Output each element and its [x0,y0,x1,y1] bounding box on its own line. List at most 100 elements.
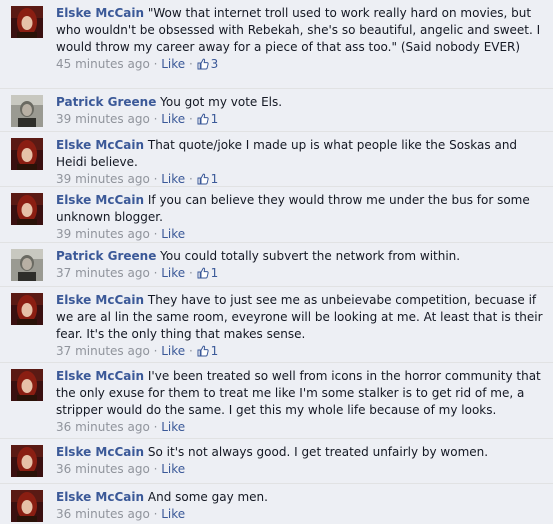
comment-body: Elske McCain That quote/joke I made up i… [56,137,545,188]
separator: · [149,172,162,186]
thumbs-up-icon [197,113,209,125]
thumbs-up-icon [197,267,209,279]
avatar[interactable] [11,249,43,281]
avatar[interactable] [11,490,43,522]
separator: · [149,507,162,521]
comment-author-link[interactable]: Elske McCain [56,445,144,459]
avatar[interactable] [11,95,43,127]
avatar[interactable] [11,138,43,170]
avatar-elske-icon [11,193,43,225]
comment-timestamp[interactable]: 36 minutes ago [56,462,150,476]
comment-item: Elske McCain "Wow that internet troll us… [0,0,553,88]
comment-meta: 37 minutes ago · Like · 1 [56,265,545,282]
avatar-patrick-icon [11,249,43,281]
separator: · [149,57,162,71]
comment-meta: 39 minutes ago · Like [56,226,545,243]
avatar-elske-icon [11,293,43,325]
like-count: 1 [210,172,219,186]
comment-item: Elske McCain They have to just see me as… [0,286,553,362]
separator: · [185,112,197,126]
separator: · [149,112,162,126]
like-button[interactable]: Like [161,507,185,521]
comment-timestamp[interactable]: 36 minutes ago [56,420,150,434]
like-button[interactable]: Like [161,462,185,476]
avatar-elske-icon [11,445,43,477]
comment-timestamp[interactable]: 39 minutes ago [56,227,150,241]
avatar[interactable] [11,293,43,325]
comment-author-link[interactable]: Elske McCain [56,293,144,307]
comment-timestamp[interactable]: 37 minutes ago [56,266,150,280]
separator: · [149,462,162,476]
like-count-link[interactable]: 1 [197,112,219,126]
thumbs-up-icon [197,345,209,357]
comment-author-link[interactable]: Elske McCain [56,490,144,504]
comment-item: Elske McCain If you can believe they wou… [0,186,553,242]
comment-item: Elske McCain That quote/joke I made up i… [0,131,553,186]
comment-item: Patrick Greene You could totally subvert… [0,242,553,286]
separator: · [149,344,162,358]
like-count: 1 [210,344,219,358]
avatar-elske-icon [11,369,43,401]
comment-item: Elske McCain I've been treated so well f… [0,362,553,438]
comment-timestamp[interactable]: 45 minutes ago [56,57,150,71]
like-button[interactable]: Like [161,172,185,186]
avatar[interactable] [11,445,43,477]
avatar-elske-icon [11,6,43,38]
comment-text: You got my vote Els. [160,95,283,109]
comment-author-link[interactable]: Elske McCain [56,193,144,207]
comment-text: So it's not always good. I get treated u… [147,445,489,459]
comment-body: Elske McCain "Wow that internet troll us… [56,5,545,73]
comment-timestamp[interactable]: 39 minutes ago [56,112,150,126]
separator: · [149,266,162,280]
like-count: 3 [210,57,219,71]
comment-text: And some gay men. [147,490,268,504]
separator: · [185,57,197,71]
like-button[interactable]: Like [161,227,185,241]
like-count-link[interactable]: 1 [197,266,219,280]
avatar[interactable] [11,6,43,38]
comment-author-link[interactable]: Elske McCain [56,138,144,152]
avatar[interactable] [11,369,43,401]
like-button[interactable]: Like [161,266,185,280]
like-count: 1 [210,266,219,280]
comment-meta: 36 minutes ago · Like [56,461,545,478]
comment-meta: 45 minutes ago · Like · 3 [56,56,545,73]
comment-meta: 37 minutes ago · Like · 1 [56,343,545,360]
comment-item: Elske McCain And some gay men. 36 minute… [0,483,553,524]
comment-meta: 39 minutes ago · Like · 1 [56,111,545,128]
separator: · [185,266,197,280]
comment-author-link[interactable]: Elske McCain [56,6,144,20]
avatar-elske-icon [11,490,43,522]
like-button[interactable]: Like [161,420,185,434]
comment-timestamp[interactable]: 36 minutes ago [56,507,150,521]
comment-author-link[interactable]: Elske McCain [56,369,144,383]
avatar-elske-icon [11,138,43,170]
comment-meta: 36 minutes ago · Like [56,506,545,523]
comment-item: Elske McCain So it's not always good. I … [0,438,553,483]
like-count: 1 [210,112,219,126]
separator: · [149,420,162,434]
comment-timestamp[interactable]: 39 minutes ago [56,172,150,186]
like-count-link[interactable]: 3 [197,57,219,71]
like-count-link[interactable]: 1 [197,172,219,186]
avatar[interactable] [11,193,43,225]
like-count-link[interactable]: 1 [197,344,219,358]
comment-thread: Elske McCain "Wow that internet troll us… [0,0,553,524]
thumbs-up-icon [197,58,209,70]
comment-body: Elske McCain They have to just see me as… [56,292,545,360]
comment-body: Elske McCain So it's not always good. I … [56,444,545,478]
separator: · [185,344,197,358]
comment-item: Patrick Greene You got my vote Els. 39 m… [0,88,553,131]
avatar-patrick-icon [11,95,43,127]
like-button[interactable]: Like [161,344,185,358]
comment-meta: 36 minutes ago · Like [56,419,545,436]
like-button[interactable]: Like [161,112,185,126]
comment-timestamp[interactable]: 37 minutes ago [56,344,150,358]
comment-author-link[interactable]: Patrick Greene [56,249,156,263]
thumbs-up-icon [197,173,209,185]
comment-author-link[interactable]: Patrick Greene [56,95,156,109]
comment-text: You could totally subvert the network fr… [160,249,461,263]
comment-body: Patrick Greene You got my vote Els. 39 m… [56,94,545,128]
like-button[interactable]: Like [161,57,185,71]
comment-body: Elske McCain And some gay men. 36 minute… [56,489,545,523]
